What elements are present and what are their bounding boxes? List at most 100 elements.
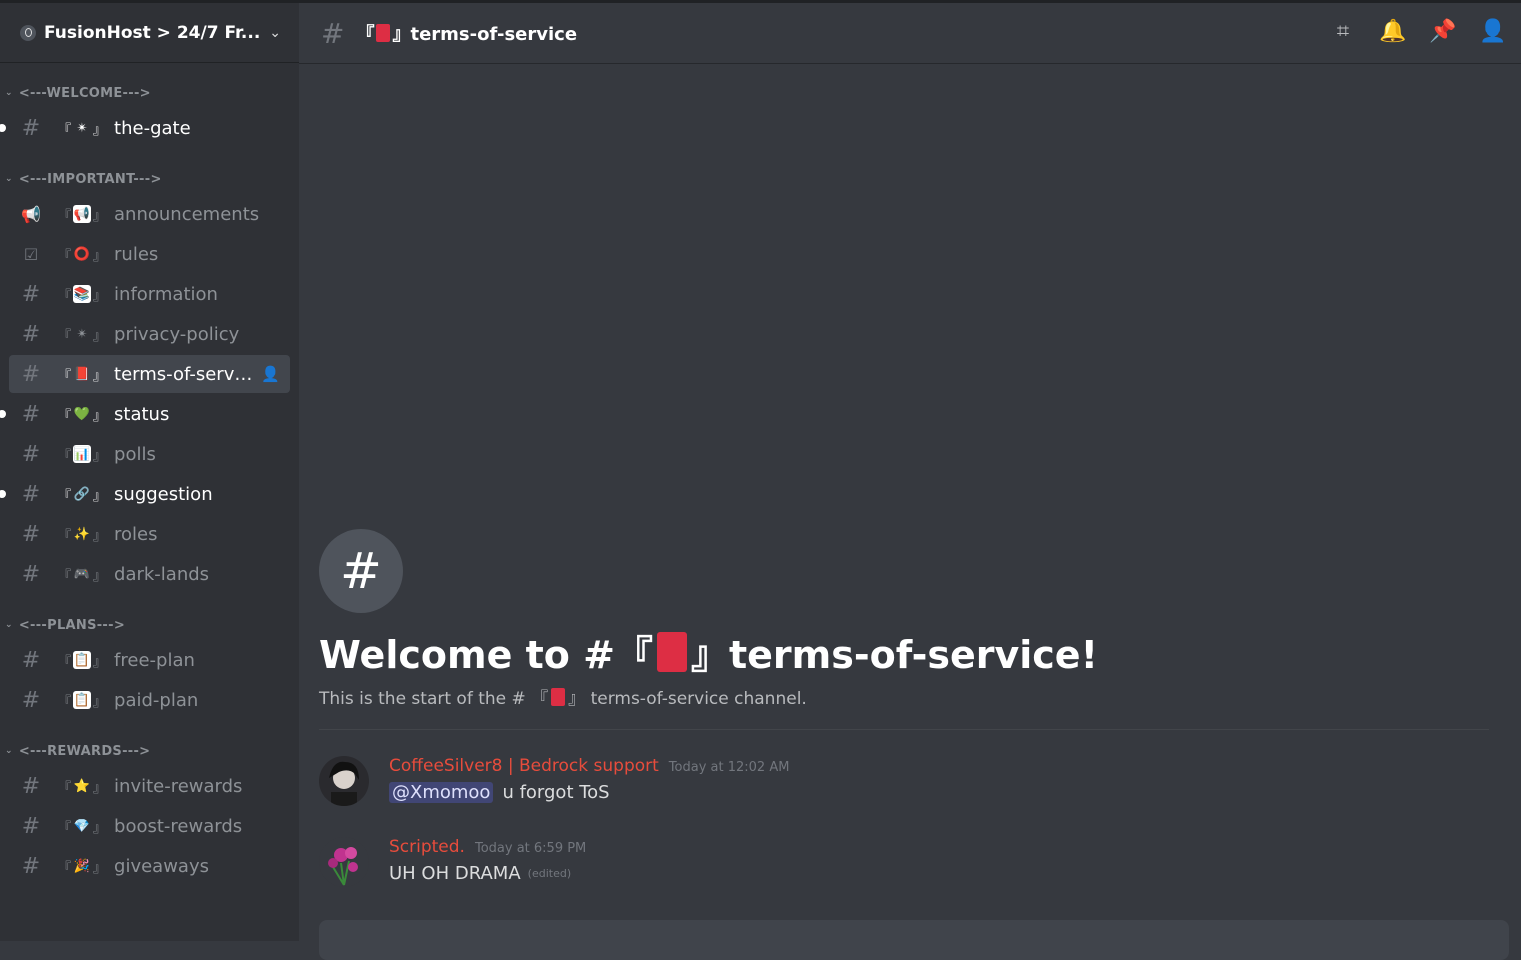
- category-header[interactable]: ⌄ <---PLANS--->: [0, 611, 299, 639]
- channel-emoji: 『📚』: [58, 285, 107, 304]
- chevron-down-icon[interactable]: ⌄: [269, 25, 281, 41]
- red-book-emoji-icon: [376, 24, 391, 42]
- message-author[interactable]: Scripted.: [389, 837, 465, 857]
- emoji-icon: 📚: [73, 285, 92, 303]
- hash-icon: #: [21, 441, 41, 467]
- emoji-icon: ✴: [76, 326, 88, 342]
- chevron-down-icon: ⌄: [5, 746, 13, 756]
- emoji-icon: ✨: [73, 526, 91, 542]
- emoji-icon: ⭕: [73, 246, 91, 262]
- chevron-down-icon: ⌄: [5, 88, 13, 98]
- message-author[interactable]: CoffeeSilver8 | Bedrock support: [389, 756, 659, 776]
- message-header: Scripted. Today at 6:59 PM: [389, 837, 586, 857]
- channel-name: invite-rewards: [114, 775, 243, 797]
- channel-emoji: 『📊』: [58, 445, 107, 464]
- channel-item[interactable]: ☑ 『⭕』 rules: [9, 235, 290, 273]
- bell-icon[interactable]: 🔔: [1379, 17, 1407, 45]
- server-badge-icon: [20, 24, 36, 41]
- avatar[interactable]: [319, 756, 369, 806]
- channel-emoji: 『🎉』: [58, 858, 107, 876]
- emoji-icon: 📢: [73, 205, 92, 223]
- hash-icon: #: [321, 16, 345, 50]
- channel-item[interactable]: # 『📊』 polls: [9, 435, 290, 473]
- channel-item[interactable]: 📢 『📢』 announcements: [9, 195, 290, 233]
- message-body: Scripted. Today at 6:59 PM UH OH DRAMA (…: [389, 837, 586, 884]
- channel-item[interactable]: # 『📚』 information: [9, 275, 290, 313]
- channel-title-prefix: 『: [356, 24, 375, 45]
- category-header[interactable]: ⌄ <---IMPORTANT--->: [0, 165, 299, 193]
- hash-icon: #: [21, 361, 41, 387]
- emoji-icon: 📊: [73, 445, 92, 463]
- channel-emoji: 『⭕』: [58, 246, 107, 264]
- rules-icon: ☑: [23, 244, 39, 264]
- message-text: u forgot ToS: [502, 782, 610, 803]
- message-content: @Xmomoo u forgot ToS: [389, 782, 789, 803]
- channel-emoji: 『🔗』: [58, 486, 107, 504]
- channel-name: privacy-policy: [114, 323, 240, 345]
- channel-item[interactable]: # 『📋』 paid-plan: [9, 681, 290, 719]
- unread-dot: [0, 124, 6, 132]
- channel-title-name: 』terms-of-service: [392, 24, 578, 45]
- channel-name: status: [114, 403, 170, 425]
- members-icon[interactable]: 👤: [1479, 17, 1507, 45]
- channel-item[interactable]: # 『💚』 status: [0, 395, 290, 433]
- create-invite-icon[interactable]: 👤: [261, 365, 280, 383]
- category-label: <---WELCOME--->: [18, 85, 151, 101]
- user-mention[interactable]: @Xmomoo: [389, 782, 494, 803]
- header-toolbar: ⌗ 🔔 📌 👤: [1329, 17, 1507, 45]
- avatar[interactable]: [319, 837, 369, 887]
- category-label: <---REWARDS--->: [18, 743, 151, 759]
- chat-area: # Welcome to #『 』terms-of-service! This …: [299, 64, 1521, 960]
- message-timestamp: Today at 6:59 PM: [474, 841, 587, 856]
- channel-name: paid-plan: [114, 689, 199, 711]
- category-header[interactable]: ⌄ <---REWARDS--->: [0, 737, 299, 765]
- channel-name: the-gate: [114, 117, 191, 139]
- channel-name: suggestion: [114, 483, 213, 505]
- welcome-sub-suffix: 』 terms-of-service channel.: [568, 689, 807, 709]
- channel-item[interactable]: # 『🎉』 giveaways: [9, 847, 290, 885]
- emoji-icon: 📋: [73, 691, 92, 709]
- channel-name: terms-of-servi...: [114, 363, 255, 385]
- channel-emoji: 『✴』: [58, 120, 107, 138]
- hash-icon: #: [21, 521, 41, 547]
- channel-item[interactable]: # 『✨』 roles: [9, 515, 290, 553]
- message-header: CoffeeSilver8 | Bedrock support Today at…: [389, 756, 789, 776]
- channel-emoji: 『💎』: [58, 818, 107, 836]
- channel-item[interactable]: # 『🔗』 suggestion: [0, 475, 290, 513]
- message-content: UH OH DRAMA (edited): [389, 863, 586, 884]
- channel-item[interactable]: # 『✴』 privacy-policy: [9, 315, 290, 353]
- emoji-icon: ✴: [76, 120, 88, 136]
- channel-emoji: 『📋』: [58, 691, 107, 710]
- hash-icon: #: [21, 115, 41, 141]
- channel-name: dark-lands: [114, 563, 210, 585]
- unread-dot: [0, 410, 6, 418]
- hash-icon: #: [21, 321, 41, 347]
- red-book-emoji-icon: [656, 631, 687, 672]
- channel-item[interactable]: # 『📕』 terms-of-servi... 👤: [9, 355, 290, 393]
- channel-item[interactable]: # 『⭐』 invite-rewards: [9, 767, 290, 805]
- channel-item[interactable]: # 『📋』 free-plan: [9, 641, 290, 679]
- unread-dot: [0, 490, 6, 498]
- emoji-icon: 🎉: [73, 858, 91, 874]
- emoji-icon: 🔗: [73, 486, 91, 502]
- channel-emoji: 『⭐』: [58, 778, 107, 796]
- channel-item[interactable]: # 『✴』 the-gate: [0, 109, 290, 147]
- message-text: UH OH DRAMA: [389, 863, 521, 884]
- channel-list: ⌄ <---WELCOME---> # 『✴』 the-gate ⌄ <---IMPORTA…: [0, 63, 299, 885]
- emoji-icon: ⭐: [73, 778, 91, 794]
- channel-emoji: 『🎮』: [58, 566, 107, 584]
- channel-name: rules: [114, 243, 159, 265]
- channel-item[interactable]: # 『🎮』 dark-lands: [9, 555, 290, 593]
- edited-label: (edited): [527, 867, 572, 880]
- pin-icon[interactable]: 📌: [1429, 17, 1457, 45]
- red-book-emoji-icon: [551, 687, 566, 706]
- threads-icon[interactable]: ⌗: [1329, 17, 1357, 45]
- message-timestamp: Today at 12:02 AM: [668, 760, 790, 775]
- category-header[interactable]: ⌄ <---WELCOME--->: [0, 79, 299, 107]
- channel-name: polls: [114, 443, 156, 465]
- channel-name: free-plan: [114, 649, 195, 671]
- channel-item[interactable]: # 『💎』 boost-rewards: [9, 807, 290, 845]
- message-composer[interactable]: [319, 920, 1509, 960]
- channel-title: 『 』terms-of-service: [356, 20, 577, 46]
- server-header[interactable]: FusionHost > 24/7 Fr... ⌄: [0, 3, 299, 63]
